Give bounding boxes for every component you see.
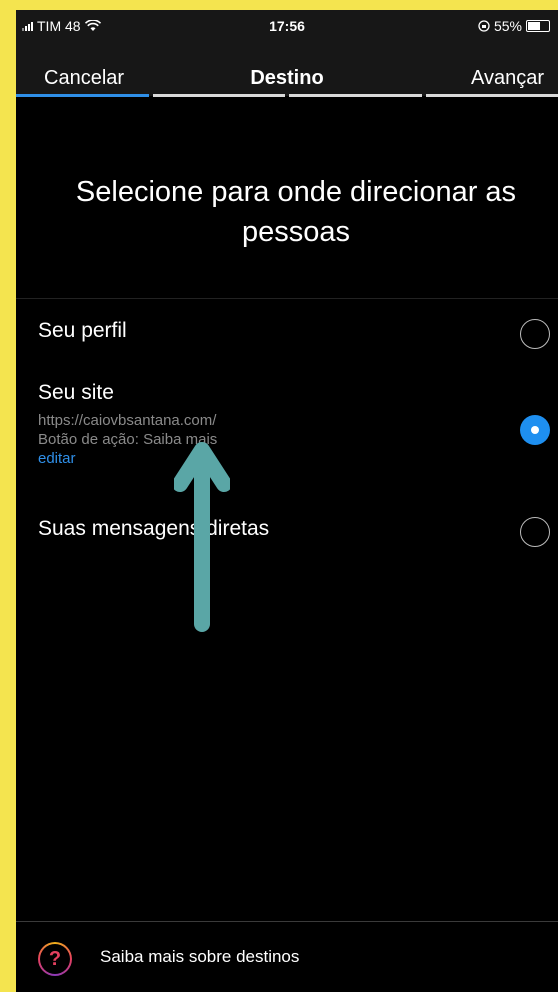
section-divider: [16, 298, 558, 299]
option-label: Suas mensagens diretas: [38, 517, 270, 540]
progress-step-3: [289, 94, 422, 97]
destination-heading: Selecione para onde direcionar as pessoa…: [75, 176, 517, 248]
radio-website[interactable]: [520, 415, 550, 445]
next-button[interactable]: Avançar: [471, 67, 544, 90]
option-label: Seu perfil: [38, 319, 127, 342]
option-website[interactable]: Seu site https://caiovbsantana.com/ Botã…: [38, 381, 558, 468]
edit-link[interactable]: editar: [38, 449, 558, 468]
progress-step-4: [425, 94, 558, 97]
footer-divider: [16, 921, 558, 922]
website-url: https://caiovbsantana.com/: [38, 412, 217, 429]
option-direct-messages[interactable]: Suas mensagens diretas: [38, 517, 558, 547]
option-profile[interactable]: Seu perfil: [38, 319, 558, 349]
help-link[interactable]: Saiba mais sobre destinos: [100, 947, 299, 967]
progress-step-2: [152, 94, 285, 97]
progress-step-1: [16, 94, 149, 97]
help-icon[interactable]: ?: [38, 942, 72, 976]
orientation-lock-icon: [478, 20, 490, 32]
cta-text: Botão de ação: Saiba mais: [38, 431, 218, 448]
option-label: Seu site: [38, 381, 114, 404]
arrow-up-icon: [174, 442, 230, 632]
phone-screen: TIM 48 17:56 55% Cancelar Destino Avança…: [16, 10, 558, 992]
top-navbar: Cancelar Destino Avançar: [16, 46, 558, 96]
radio-profile[interactable]: [520, 319, 550, 349]
battery-percent: 55%: [493, 18, 522, 34]
status-bar: TIM 48 17:56 55%: [16, 10, 558, 46]
status-time: 17:56: [269, 18, 305, 34]
radio-direct-messages[interactable]: [520, 517, 550, 547]
status-right: 55%: [478, 18, 550, 34]
step-progress: [16, 94, 558, 98]
battery-icon: [526, 20, 550, 32]
